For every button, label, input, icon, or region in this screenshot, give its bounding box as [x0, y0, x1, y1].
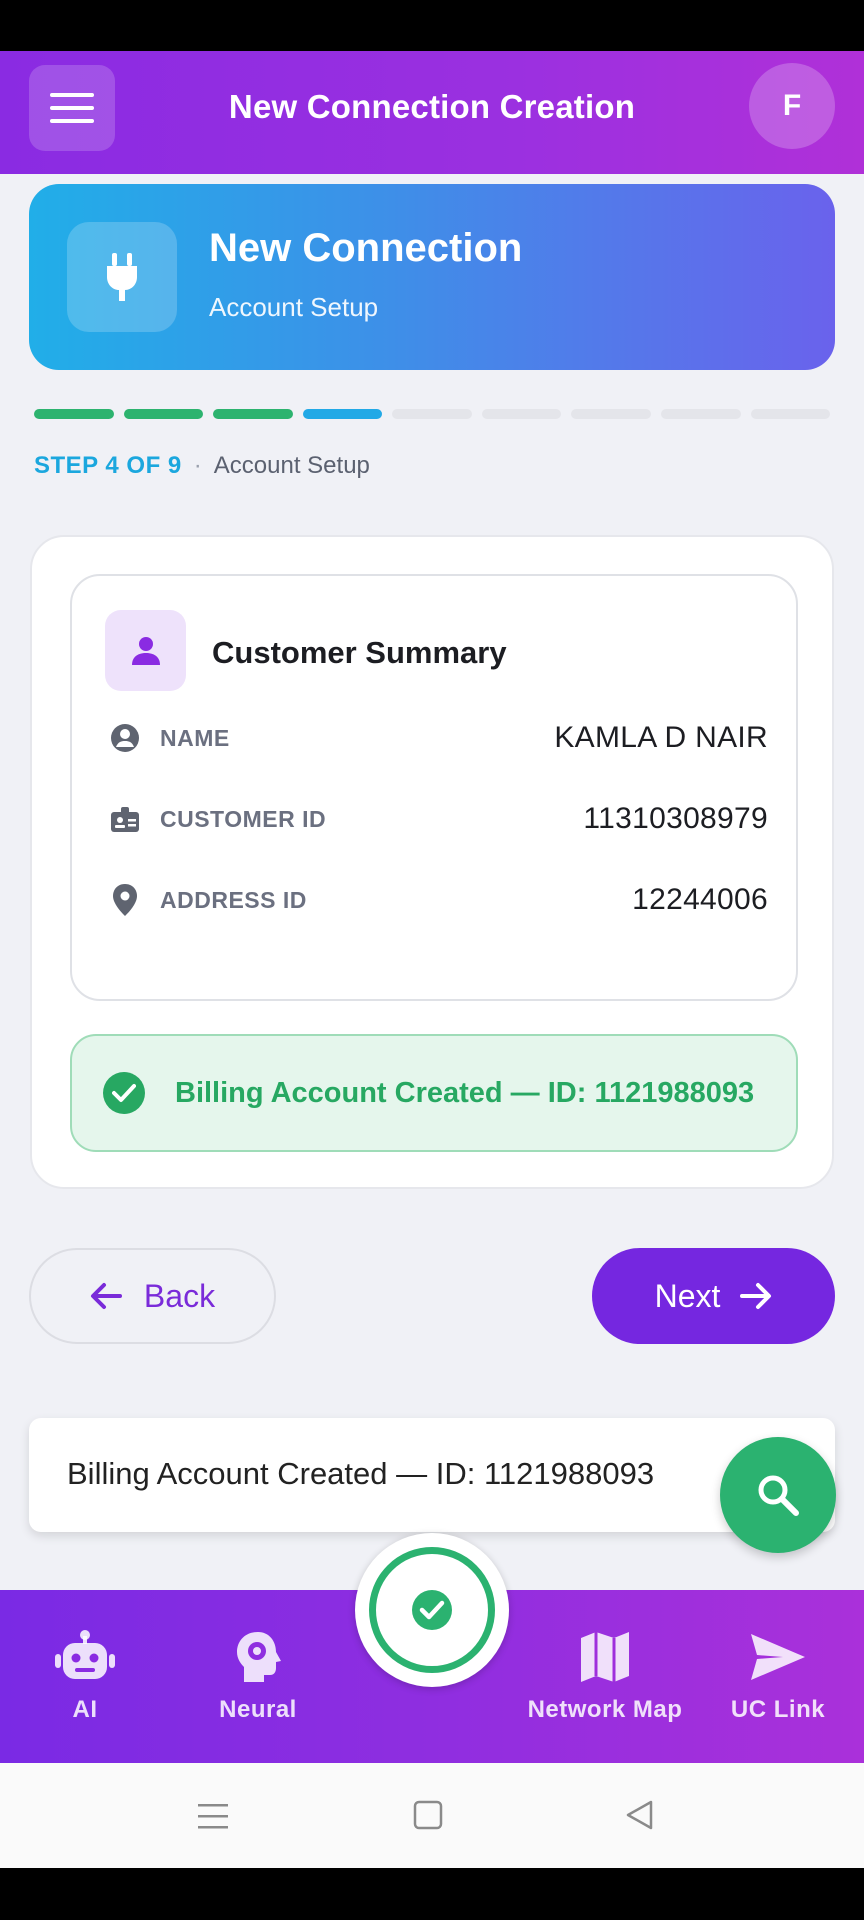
page-title: New Connection Creation — [228, 88, 636, 125]
robot-icon — [55, 1630, 115, 1679]
nav-item-neural[interactable]: Neural — [208, 1630, 308, 1724]
hero-banner: New Connection Account Setup — [29, 184, 835, 370]
check-circle-icon — [103, 1072, 145, 1114]
row-value: KAMLA D NAIR — [554, 721, 768, 754]
step-number: STEP 4 OF 9 — [34, 452, 182, 479]
next-label: Next — [654, 1277, 721, 1314]
back-label: Back — [143, 1277, 216, 1314]
row-value: 11310308979 — [583, 802, 768, 835]
customer-summary: Customer Summary NAME KAMLA D NAIR CUSTO… — [70, 574, 798, 1001]
search-icon — [758, 1475, 799, 1516]
hero-title: New Connection — [209, 226, 523, 270]
nav-item-uc-link[interactable]: UC Link — [724, 1630, 832, 1724]
screen: New Connection Creation F New Connection… — [0, 0, 864, 1920]
progress-segment — [213, 409, 293, 419]
search-bar[interactable]: Billing Account Created — ID: 1121988093 — [29, 1418, 835, 1532]
step-indicator: STEP 4 OF 9 · Account Setup — [34, 452, 370, 480]
brain-icon — [237, 1632, 281, 1682]
avatar[interactable]: F — [749, 63, 835, 149]
progress-segment — [481, 409, 562, 419]
summary-row-customer-id: CUSTOMER ID 11310308979 — [108, 794, 768, 844]
separator-dot: · — [193, 452, 202, 479]
next-button[interactable]: Next — [592, 1248, 835, 1344]
search-button[interactable] — [720, 1437, 836, 1553]
progress-segment — [123, 409, 204, 419]
nav-label: UC Link — [730, 1696, 826, 1723]
progress-segment — [392, 409, 472, 419]
row-label: NAME — [160, 724, 230, 751]
nav-label: AI — [72, 1696, 98, 1723]
location-pin-icon — [108, 883, 142, 917]
progress-segment — [302, 409, 383, 419]
plug-icon — [67, 222, 177, 332]
progress-segment — [34, 409, 114, 419]
summary-row-name: NAME KAMLA D NAIR — [108, 713, 768, 763]
success-banner: Billing Account Created — ID: 1121988093 — [70, 1034, 798, 1152]
send-icon — [751, 1634, 805, 1680]
arrow-right-icon — [740, 1283, 772, 1309]
step-name: Account Setup — [213, 452, 370, 479]
row-label: CUSTOMER ID — [160, 805, 327, 832]
account-setup-card: Customer Summary NAME KAMLA D NAIR CUSTO… — [30, 535, 834, 1189]
summary-row-address-id: ADDRESS ID 12244006 — [108, 875, 768, 925]
status-bar — [0, 0, 864, 51]
check-circle-icon — [369, 1547, 495, 1673]
person-circle-icon — [108, 721, 142, 755]
nav-item-ai[interactable]: AI — [52, 1630, 118, 1724]
home-icon[interactable] — [413, 1800, 443, 1830]
nav-center-button[interactable] — [355, 1533, 509, 1687]
search-input[interactable]: Billing Account Created — ID: 1121988093 — [67, 1456, 654, 1492]
row-value: 12244006 — [632, 883, 768, 916]
success-message: Billing Account Created — ID: 1121988093 — [175, 1076, 755, 1109]
hero-subtitle: Account Setup — [209, 292, 379, 322]
progress-segment — [660, 409, 741, 419]
app-bar: New Connection Creation F — [0, 51, 864, 174]
id-badge-icon — [108, 802, 142, 836]
recent-apps-icon[interactable] — [198, 1802, 228, 1830]
bottom-bar — [0, 1868, 864, 1920]
row-label: ADDRESS ID — [160, 886, 307, 913]
nav-label: Network Map — [527, 1696, 683, 1723]
back-button[interactable]: Back — [29, 1248, 276, 1344]
summary-title: Customer Summary — [212, 635, 507, 670]
nav-label: Neural — [219, 1696, 297, 1723]
step-progress — [34, 409, 831, 421]
system-nav-bar — [0, 1763, 864, 1868]
map-icon — [581, 1632, 629, 1682]
arrow-left-icon — [90, 1283, 122, 1309]
person-icon — [105, 610, 186, 691]
progress-segment — [571, 409, 651, 419]
nav-item-network-map[interactable]: Network Map — [520, 1630, 690, 1724]
back-triangle-icon[interactable] — [624, 1799, 654, 1831]
progress-segment — [750, 409, 831, 419]
